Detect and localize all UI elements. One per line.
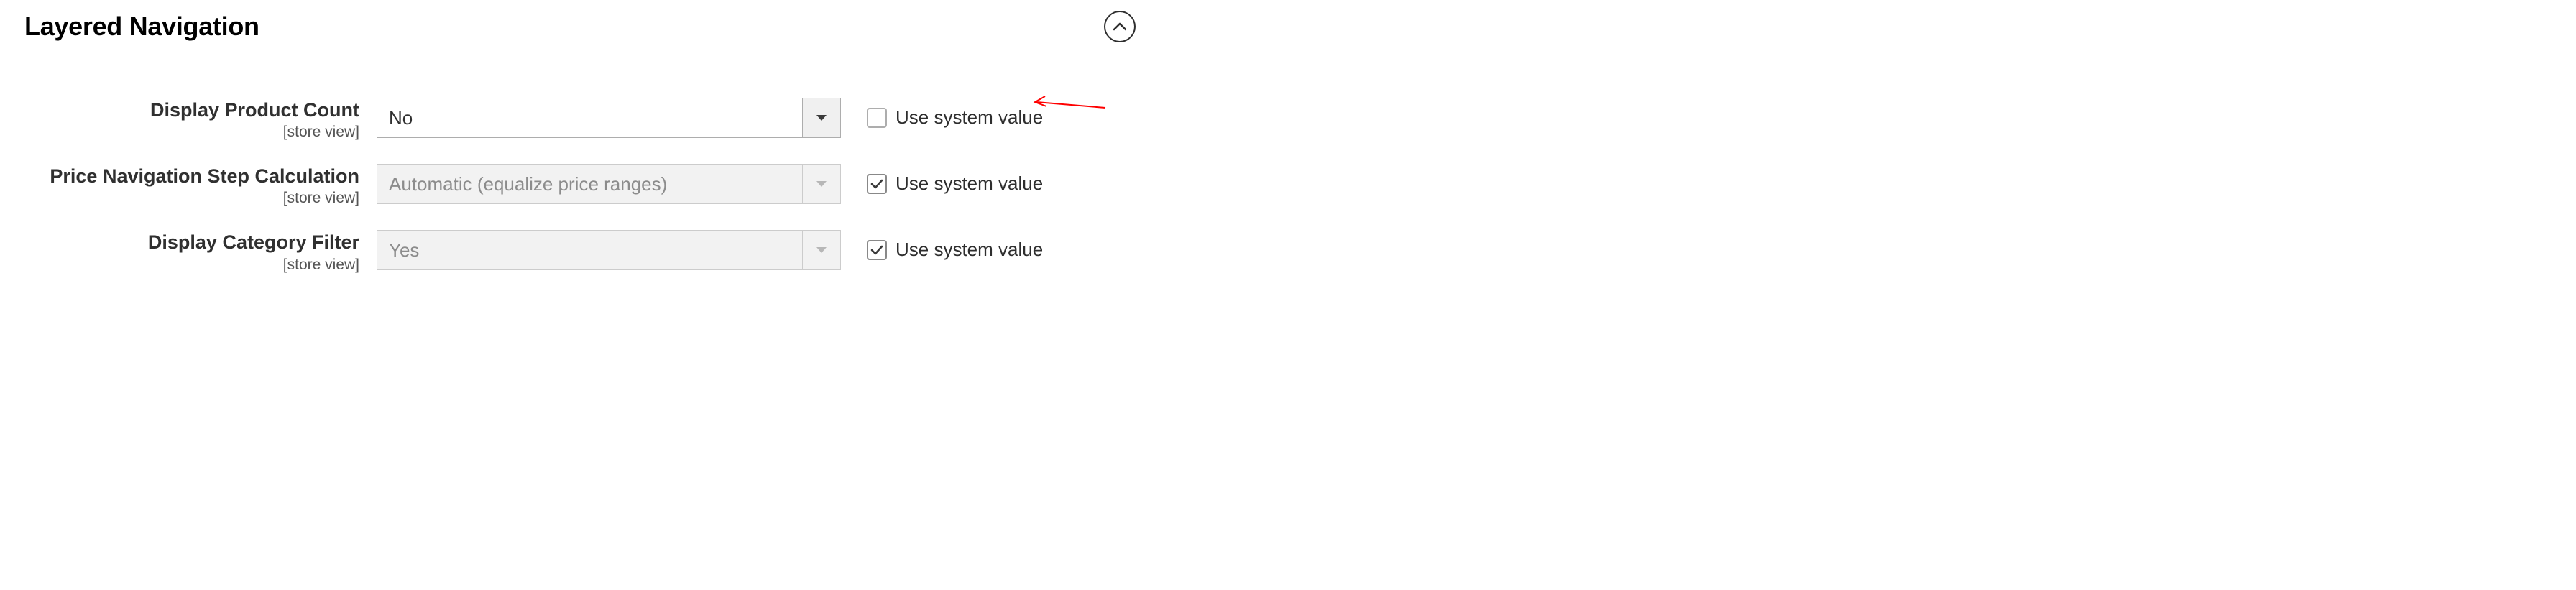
field-label: Price Navigation Step Calculation [24, 165, 359, 188]
chevron-down-icon [802, 231, 840, 269]
field-scope: [store view] [24, 123, 359, 141]
collapse-section-button[interactable] [1104, 11, 1136, 42]
display-product-count-select[interactable]: No [377, 98, 841, 138]
field-scope: [store view] [24, 189, 359, 207]
field-label-col: Price Navigation Step Calculation [store… [24, 164, 377, 207]
section-title: Layered Navigation [24, 11, 259, 42]
use-system-value-col: Use system value [841, 230, 1043, 261]
use-system-value-checkbox[interactable] [867, 108, 887, 128]
field-label-col: Display Product Count [store view] [24, 98, 377, 141]
checkmark-icon [870, 179, 883, 189]
field-label-col: Display Category Filter [store view] [24, 230, 377, 273]
select-value: No [377, 98, 802, 137]
chevron-down-icon [802, 165, 840, 203]
use-system-value-label: Use system value [896, 172, 1043, 195]
select-value: Yes [377, 231, 802, 269]
display-category-filter-select: Yes [377, 230, 841, 270]
checkmark-icon [870, 245, 883, 255]
select-value: Automatic (equalize price ranges) [377, 165, 802, 203]
use-system-value-col: Use system value [841, 164, 1043, 195]
field-label: Display Product Count [24, 99, 359, 121]
field-label: Display Category Filter [24, 231, 359, 254]
field-row-display-category-filter: Display Category Filter [store view] Yes [24, 230, 1136, 273]
use-system-value-checkbox[interactable] [867, 240, 887, 260]
field-row-display-product-count: Display Product Count [store view] No Us… [24, 98, 1136, 141]
price-navigation-step-calculation-select: Automatic (equalize price ranges) [377, 164, 841, 204]
chevron-down-icon [802, 98, 840, 137]
fields-container: Display Product Count [store view] No Us… [24, 52, 1136, 274]
use-system-value-label: Use system value [896, 239, 1043, 261]
chevron-up-icon [1113, 22, 1126, 31]
field-scope: [store view] [24, 256, 359, 274]
use-system-value-checkbox[interactable] [867, 174, 887, 194]
layered-navigation-section: Layered Navigation Display Product Count… [0, 0, 1136, 274]
field-row-price-navigation-step-calculation: Price Navigation Step Calculation [store… [24, 164, 1136, 207]
use-system-value-col: Use system value [841, 98, 1043, 129]
section-header: Layered Navigation [24, 1, 1136, 52]
use-system-value-label: Use system value [896, 106, 1043, 129]
